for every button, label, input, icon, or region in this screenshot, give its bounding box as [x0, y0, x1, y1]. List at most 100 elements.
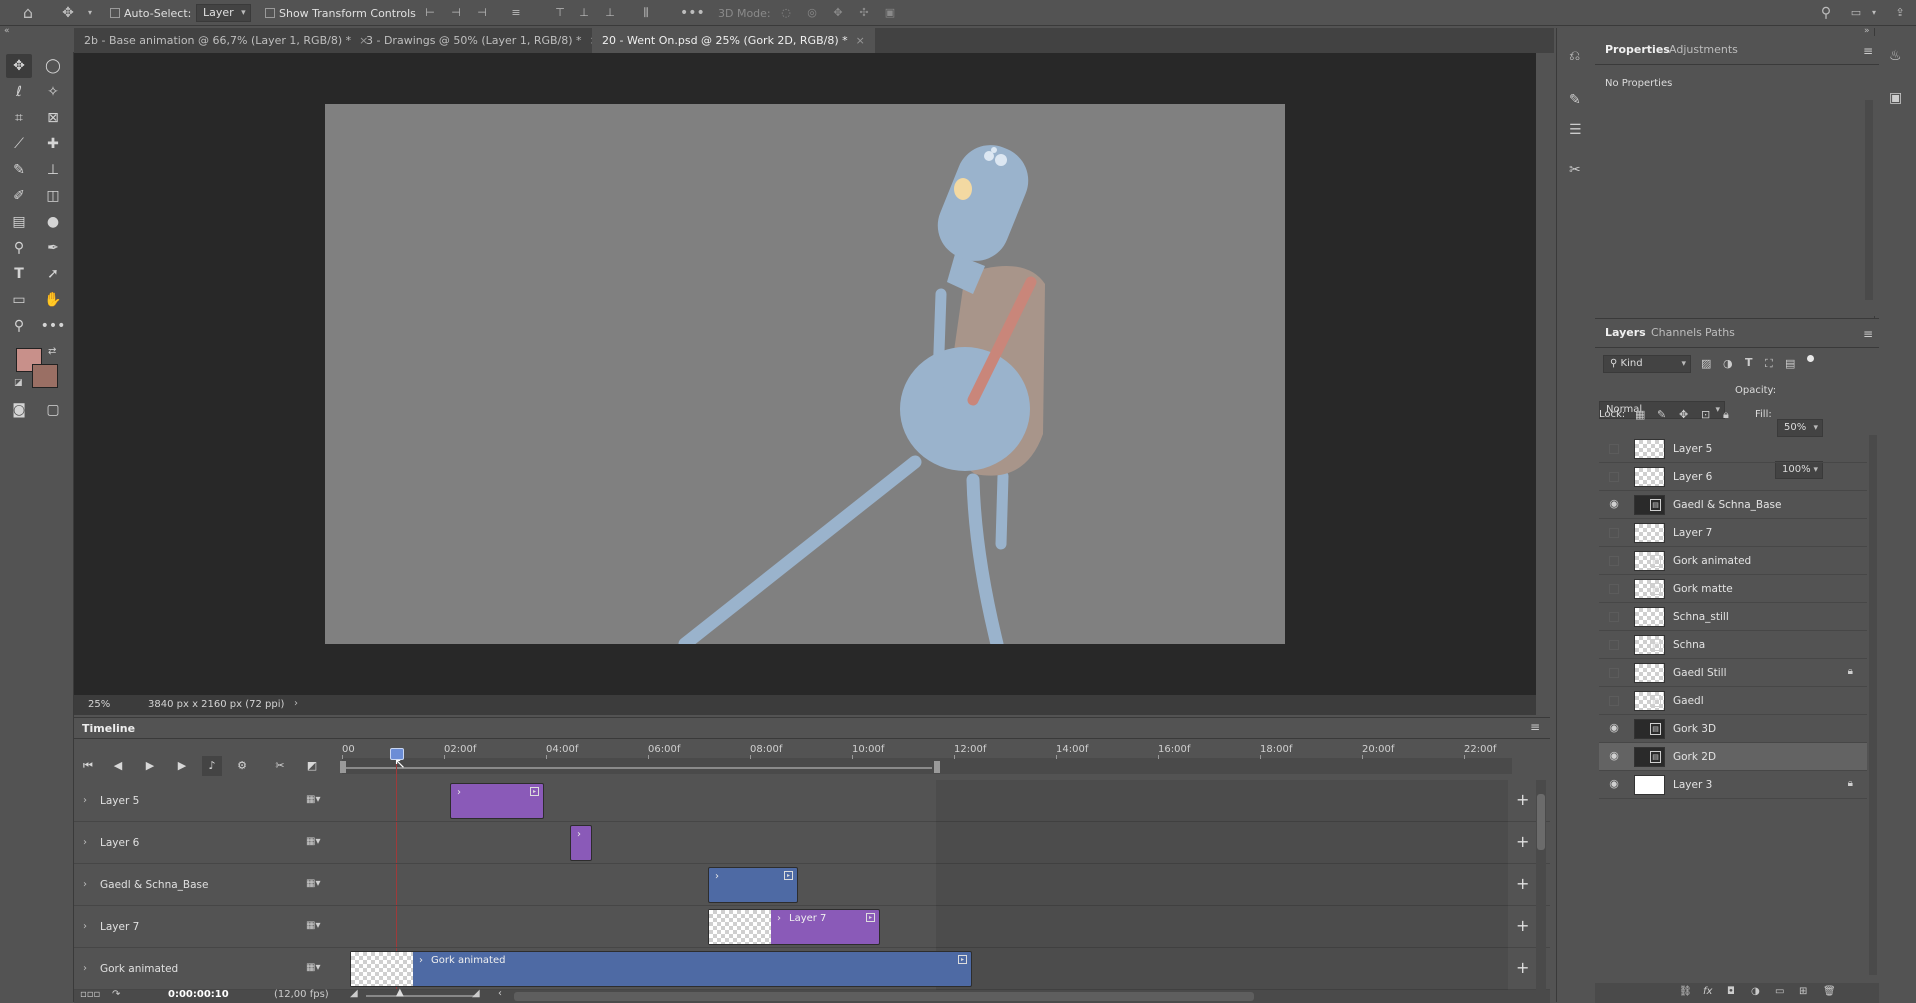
align-center-icon[interactable]: ⊣ — [448, 5, 464, 21]
layer-thumbnail[interactable]: ▤ — [1634, 579, 1665, 599]
eye-hidden-icon[interactable] — [1609, 668, 1619, 678]
eye-icon[interactable]: ◉ — [1607, 497, 1621, 511]
clip-chevron-icon[interactable]: › — [419, 955, 423, 966]
add-mask-icon[interactable]: ◘ — [1727, 986, 1735, 997]
layer-name[interactable]: Schna_still — [1673, 603, 1729, 631]
filter-toggle-icon[interactable] — [1807, 355, 1814, 362]
tab-adjustments[interactable]: Adjustments — [1669, 36, 1738, 64]
new-group-icon[interactable]: ▭ — [1775, 986, 1784, 997]
previous-frame-icon[interactable]: ◀ — [108, 756, 128, 776]
film-icon[interactable]: ▦▾ — [306, 920, 320, 931]
layers-scrollbar[interactable] — [1869, 435, 1877, 975]
healing-brush-tool-icon[interactable]: ✚ — [40, 132, 66, 156]
hand-tool-icon[interactable]: ✋ — [40, 288, 66, 312]
more-options-icon[interactable]: ••• — [680, 5, 705, 21]
distribute-vertical-icon[interactable]: ⫼ — [638, 5, 654, 21]
screen-mode-icon[interactable]: ▢ — [40, 398, 66, 422]
layer-row[interactable]: ▤ Gaedl — [1599, 687, 1867, 715]
tab-properties[interactable]: Properties — [1605, 36, 1670, 64]
rectangle-tool-icon[interactable]: ▭ — [6, 288, 32, 312]
film-icon[interactable]: ▦▾ — [306, 794, 320, 805]
split-scissors-icon[interactable]: ✂ — [270, 756, 290, 776]
layer-row[interactable]: ▤ Gork animated — [1599, 547, 1867, 575]
clip-chevron-icon[interactable]: › — [577, 829, 581, 840]
layer-thumbnail[interactable] — [1634, 663, 1665, 683]
brush-settings-icon[interactable]: ✎ — [1569, 92, 1581, 108]
dodge-tool-icon[interactable]: ⚲ — [6, 236, 32, 260]
show-transform-group[interactable]: Show Transform Controls — [265, 0, 416, 26]
work-area-start-handle[interactable] — [340, 761, 346, 773]
layer-thumbnail[interactable]: ▤ — [1634, 719, 1665, 739]
timeline-horizontal-scrollbar[interactable] — [514, 992, 1254, 1001]
layer-thumbnail[interactable]: ▤ — [1634, 635, 1665, 655]
eye-hidden-icon[interactable] — [1609, 696, 1619, 706]
layer-name[interactable]: Layer 6 — [1673, 463, 1712, 491]
add-media-icon[interactable]: + — [1516, 916, 1529, 935]
path-selection-tool-icon[interactable]: ➚ — [40, 262, 66, 286]
play-icon[interactable]: ▶ — [140, 756, 160, 776]
layer-row[interactable]: ▤ Schna — [1599, 631, 1867, 659]
distribute-icon[interactable]: ≡ — [508, 5, 524, 21]
layer-row[interactable]: Schna_still — [1599, 603, 1867, 631]
layer-row[interactable]: Gaedl Still 🔒︎ — [1599, 659, 1867, 687]
add-media-icon[interactable]: + — [1516, 790, 1529, 809]
quick-mask-icon[interactable]: ◙ — [6, 398, 32, 422]
tab-paths[interactable]: Paths — [1705, 319, 1735, 347]
learn-icon[interactable]: ♨ — [1889, 48, 1902, 64]
clip-gaedl-schna-base[interactable]: › ▸ — [708, 867, 798, 903]
scrollbar-thumb[interactable] — [1537, 794, 1545, 850]
time-ruler[interactable]: 00 02:00f 04:00f 06:00f 08:00f 10:00f 12:00f 14… — [340, 740, 1512, 780]
align-left-icon[interactable]: ⊢ — [422, 5, 438, 21]
audio-icon[interactable]: ♪ — [202, 756, 222, 776]
default-colors-icon[interactable]: ◪ — [14, 378, 23, 388]
render-video-icon[interactable]: ↷ — [112, 989, 120, 1000]
tab-went-on[interactable]: 20 - Went On.psd @ 25% (Gork 2D, RGB/8) … — [592, 28, 875, 53]
layer-name[interactable]: Layer 3 — [1673, 771, 1712, 799]
zoom-tool-icon[interactable]: ⚲ — [6, 314, 32, 338]
layer-name[interactable]: Schna — [1673, 631, 1705, 659]
chevron-right-icon[interactable]: › — [83, 906, 87, 948]
pen-tool-icon[interactable]: ✒ — [40, 236, 66, 260]
marquee-tool-icon[interactable]: ◯ — [40, 54, 66, 78]
filter-shape-icon[interactable]: ⛶ — [1765, 357, 1773, 371]
workspace-dropdown-icon[interactable]: ▾ — [1866, 5, 1882, 21]
search-icon[interactable]: ⚲ — [1818, 5, 1834, 21]
eye-icon[interactable]: ◉ — [1607, 777, 1621, 791]
layer-name[interactable]: Gork 3D — [1673, 715, 1716, 743]
tab-channels[interactable]: Channels — [1651, 319, 1702, 347]
magic-wand-tool-icon[interactable]: ✧ — [40, 80, 66, 104]
delete-layer-icon[interactable]: 🗑︎ — [1823, 986, 1836, 997]
clip-chevron-icon[interactable]: › — [715, 871, 719, 882]
move-tool-icon[interactable]: ✥ — [6, 54, 32, 78]
swap-colors-icon[interactable]: ⇄ — [48, 346, 56, 357]
edit-toolbar-icon[interactable]: ••• — [40, 314, 66, 338]
type-tool-icon[interactable]: T — [6, 262, 32, 286]
eraser-tool-icon[interactable]: ◫ — [40, 184, 66, 208]
chevron-right-icon[interactable]: › — [83, 780, 87, 822]
layer-name[interactable]: Gaedl Still — [1673, 659, 1726, 687]
lasso-tool-icon[interactable]: ℓ — [6, 80, 32, 104]
move-tool-preset-icon[interactable]: ✥ — [60, 5, 76, 21]
filter-type-icon[interactable]: T — [1745, 356, 1753, 369]
share-icon[interactable]: ⇪ — [1892, 5, 1908, 21]
panel-menu-icon[interactable]: ≡ — [1863, 327, 1873, 341]
panel-menu-icon[interactable]: ≡ — [1863, 44, 1873, 58]
add-media-icon[interactable]: + — [1516, 874, 1529, 893]
fx-icon[interactable]: fx — [1703, 986, 1712, 997]
lock-all-icon[interactable]: 🔒︎ — [1723, 408, 1729, 422]
tab-drawings[interactable]: 3 - Drawings @ 50% (Layer 1, RGB/8) *× — [356, 28, 609, 53]
new-layer-icon[interactable]: ⊞ — [1799, 986, 1807, 997]
chevron-right-icon[interactable]: › — [83, 864, 87, 906]
align-top-icon[interactable]: ⊤ — [552, 5, 568, 21]
eye-icon[interactable]: ◉ — [1607, 749, 1621, 763]
brush-tool-icon[interactable]: ✎ — [6, 158, 32, 182]
filter-pixel-icon[interactable]: ▨ — [1701, 357, 1711, 370]
layer-name[interactable]: Gork 2D — [1673, 743, 1716, 771]
libraries-icon[interactable]: ▣ — [1889, 90, 1902, 106]
layer-row[interactable]: Layer 6 — [1599, 463, 1867, 491]
timeline-zoom-slider[interactable] — [366, 995, 476, 997]
workspace-icon[interactable]: ▭ — [1848, 5, 1864, 21]
clip-menu-icon[interactable]: ▸ — [958, 955, 967, 964]
history-brush-tool-icon[interactable]: ✐ — [6, 184, 32, 208]
auto-select-checkbox-group[interactable]: Auto-Select: — [110, 0, 191, 26]
